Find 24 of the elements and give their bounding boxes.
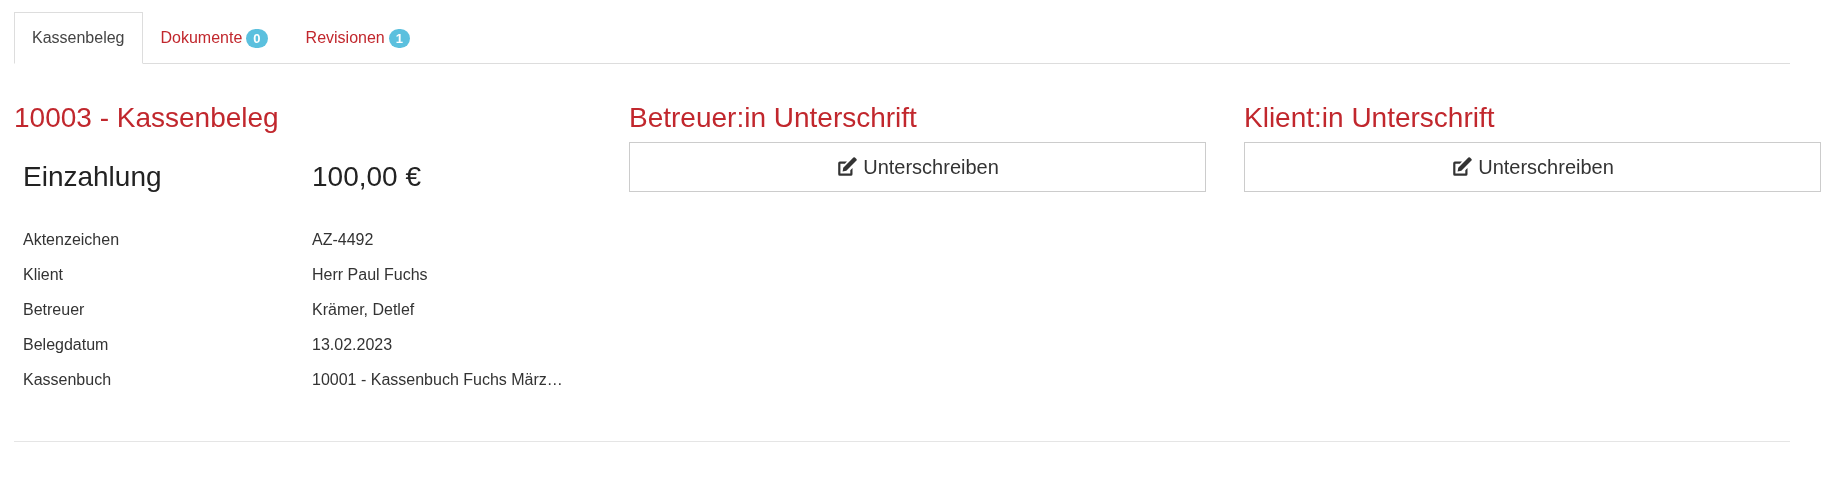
- field-value: Krämer, Detlef: [312, 300, 415, 319]
- field-value: 10001 - Kassenbuch Fuchs März…: [312, 370, 563, 389]
- count-badge: 0: [246, 28, 268, 48]
- sign-button[interactable]: Unterschreiben: [1244, 142, 1821, 192]
- transaction-type: Einzahlung: [23, 161, 163, 193]
- receipt-title: 10003 - Kassenbeleg: [14, 102, 280, 135]
- tab[interactable]: Revisionen 1: [287, 12, 430, 64]
- edit-icon: [836, 156, 859, 178]
- amount: 100,00 €: [312, 161, 421, 193]
- count-badge: 1: [388, 28, 410, 48]
- signature-title: Klient:in Unterschrift: [1244, 102, 1496, 135]
- field-label: Aktenzeichen: [23, 230, 121, 249]
- field-label: Betreuer: [23, 300, 86, 319]
- field-value: AZ-4492: [312, 230, 374, 249]
- field-label: Belegdatum: [23, 335, 110, 354]
- tab[interactable]: Kassenbeleg: [14, 12, 143, 64]
- field-label: Kassenbuch: [23, 370, 113, 389]
- field-value: Herr Paul Fuchs: [312, 265, 428, 284]
- sign-button[interactable]: Unterschreiben: [629, 142, 1206, 192]
- field-label: Klient: [23, 265, 65, 284]
- tab[interactable]: Dokumente 0: [142, 12, 288, 64]
- edit-icon: [1451, 156, 1474, 178]
- field-value: 13.02.2023: [312, 335, 393, 354]
- signature-title: Betreuer:in Unterschrift: [629, 102, 918, 135]
